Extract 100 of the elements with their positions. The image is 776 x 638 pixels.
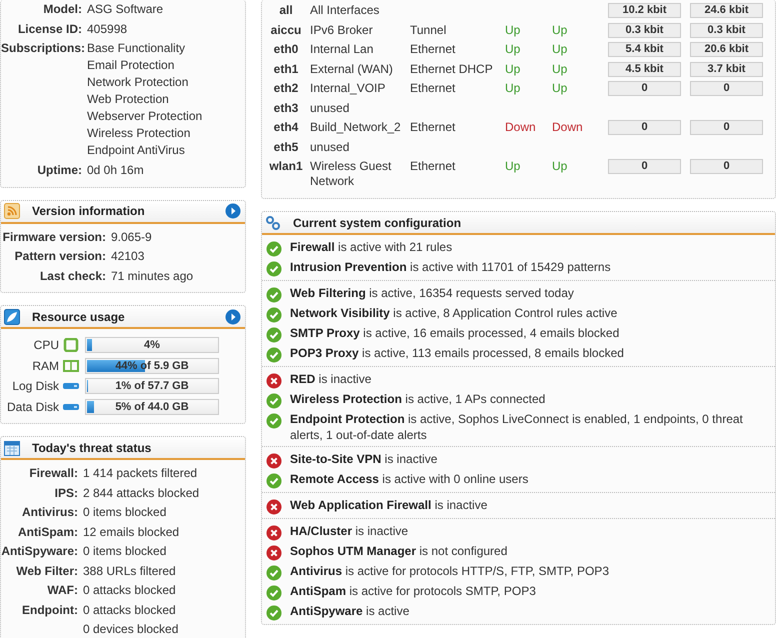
resource-label: CPU [32, 337, 59, 354]
interface-name: eth3 [272, 100, 300, 116]
usage-reading: 5% of 44.0 GB [114, 400, 190, 414]
interface-description: All Interfaces [310, 2, 380, 19]
link-status: Down [505, 120, 536, 134]
field-label: Uptime: [36, 162, 83, 179]
status-text: Sophos UTM Manager is not configured [290, 544, 508, 560]
field-label: IPS: [54, 484, 79, 502]
interface-status: Up [552, 62, 568, 76]
traffic-out-value: 0 [690, 81, 763, 96]
interface-type: Tunnel [410, 22, 446, 36]
panel-title: Version information [32, 204, 146, 218]
interface-type: Ethernet [410, 81, 456, 95]
traffic-in-value: 0 [608, 159, 681, 174]
status-text: Antivirus is active for protocols HTTP/S, FTP, SMTP, POP3 [290, 564, 609, 580]
field-label: Last check: [38, 268, 107, 284]
interface-type: Ethernet [410, 42, 456, 56]
link-status: Up [505, 22, 520, 36]
status-text: SMTP Proxy is active, 16 emails processed, 4 emails blocked [290, 326, 620, 342]
interface-description: unused [310, 100, 350, 116]
resource-label: RAM [31, 358, 59, 374]
traffic-in-value: 5.4 kbit [608, 42, 681, 57]
field-label: Firewall: [28, 465, 79, 482]
status-text: Wireless Protection is active, 1 APs connected [290, 392, 546, 408]
field-value: 0d 0h 16m [87, 162, 144, 179]
traffic-out-value: 0 [690, 120, 763, 135]
field-label: Pattern version: [14, 248, 107, 265]
traffic-in-value: 0 [608, 120, 681, 135]
usage-reading: 4% [143, 338, 161, 352]
interface-name: aiccu [270, 22, 302, 38]
arrow-button-icon[interactable] [225, 203, 241, 219]
interface-description: Internal_VOIP [310, 80, 386, 97]
field-value: Base Functionality [87, 40, 186, 56]
interface-description: Build_Network_2 [310, 119, 402, 136]
field-label: Subscriptions: [1, 40, 86, 57]
status-text: Intrusion Prevention is active with 11701 of 15429 patterns [290, 260, 611, 276]
field-value: Email Protection [87, 57, 176, 73]
field-label: Firmware version: [2, 228, 107, 246]
interface-status: Up [552, 81, 568, 95]
interface-name: all [278, 2, 294, 19]
link-status: Up [505, 42, 520, 56]
status-text: POP3 Proxy is active, 113 emails processed, 8 emails blocked [290, 346, 624, 362]
memory-icon [63, 358, 79, 373]
field-label: Antivirus: [20, 504, 79, 521]
interface-status: Up [552, 159, 568, 173]
traffic-in-value: 4.5 kbit [608, 62, 681, 76]
field-value: 12 emails blocked [83, 524, 180, 540]
traffic-out-value: 0 [690, 159, 763, 174]
field-value: Network Protection [87, 74, 190, 90]
field-label: WAF: [46, 582, 79, 599]
status-text: RED is inactive [290, 372, 372, 388]
interface-description: unused [310, 138, 350, 156]
field-value: 0 attacks blocked [83, 602, 177, 618]
status-text: Remote Access is active with 0 online users [290, 472, 528, 488]
field-value: 0 items blocked [83, 504, 166, 521]
interface-name: wlan1 [268, 158, 304, 175]
chip-icon [63, 338, 79, 352]
usage-reading: 1% of 57.7 GB [114, 379, 190, 394]
traffic-in-value: 0.3 kbit [608, 22, 681, 38]
resource-label: Log Disk [11, 378, 59, 394]
field-value: 0 items blocked [83, 543, 166, 560]
calendar-icon [4, 440, 20, 456]
status-text: HA/Cluster is inactive [290, 524, 408, 540]
field-value: 388 URLs filtered [83, 562, 176, 580]
panel-title: Resource usage [32, 310, 126, 324]
field-value: 1 414 packets filtered [83, 465, 198, 482]
interface-name: eth2 [272, 80, 300, 97]
field-value: 0 devices blocked [83, 621, 178, 638]
interface-name: eth5 [272, 138, 300, 156]
interface-status: Down [552, 120, 583, 134]
field-label: Endpoint: [21, 602, 79, 618]
interface-name: eth4 [272, 119, 300, 136]
panel-title: Current system configuration [293, 216, 462, 230]
status-text: Web Filtering is active, 16354 requests served today [290, 286, 574, 302]
status-text: Network Visibility is active, 8 Application Control rules active [290, 306, 618, 322]
field-value: 9.065-9 [111, 228, 152, 246]
traffic-out-value: 3.7 kbit [690, 62, 763, 76]
field-label: AntiSpam: [17, 524, 79, 540]
interface-type: Ethernet [410, 159, 456, 173]
interface-name: eth0 [272, 41, 300, 58]
field-value: Endpoint AntiVirus [87, 142, 186, 159]
status-text: AntiSpyware is active [290, 604, 410, 620]
field-value: ASG Software [87, 1, 164, 18]
interface-status: Up [552, 22, 568, 36]
status-text: Firewall is active with 21 rules [290, 240, 452, 256]
status-text: AntiSpam is active for protocols SMTP, POP3 [290, 584, 536, 600]
traffic-out-value: 24.6 kbit [690, 3, 763, 18]
traffic-in-value: 0 [608, 81, 681, 96]
link-status: Up [505, 62, 520, 76]
field-label: AntiSpyware: [1, 543, 79, 560]
link-status: Up [505, 81, 520, 95]
field-label: Model: [42, 1, 83, 18]
field-value: 71 minutes ago [111, 268, 194, 284]
arrow-button-icon[interactable] [225, 308, 241, 324]
interface-status: Up [552, 42, 568, 56]
interface-type: Ethernet DHCP [410, 62, 493, 76]
resource-label: Data Disk [6, 398, 59, 415]
interface-type: Ethernet [410, 120, 456, 134]
interface-description: Internal Lan [310, 41, 374, 58]
field-value: 405998 [87, 20, 128, 38]
